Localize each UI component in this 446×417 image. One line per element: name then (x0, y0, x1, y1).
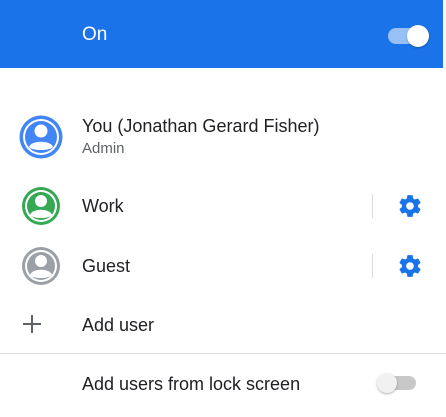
user-name: Work (82, 196, 124, 216)
toggle-knob (407, 25, 429, 47)
person-avatar-icon (19, 115, 63, 159)
gear-icon[interactable] (397, 253, 423, 279)
gear-icon[interactable] (397, 193, 423, 219)
user-name: You (Jonathan Gerard Fisher) (82, 116, 320, 136)
user-row-guest[interactable]: Guest (0, 244, 446, 288)
divider (372, 254, 373, 278)
add-user-button[interactable]: Add user (0, 306, 446, 344)
plus-icon (23, 315, 41, 333)
section-divider (0, 353, 446, 354)
user-row-current[interactable]: You (Jonathan Gerard Fisher) Admin (0, 108, 446, 164)
user-name: Guest (82, 256, 131, 276)
toggle-knob (377, 373, 397, 393)
lock-screen-label: Add users from lock screen (82, 374, 301, 394)
header-status-label: On (82, 24, 108, 45)
lock-screen-toggle[interactable] (377, 373, 416, 393)
multiple-users-header[interactable]: On (0, 0, 446, 68)
divider (372, 194, 373, 218)
user-row-work[interactable]: Work (0, 184, 446, 228)
person-avatar-icon (22, 247, 60, 285)
user-role: Admin (82, 140, 125, 157)
multiple-users-toggle[interactable] (388, 25, 429, 47)
add-user-label: Add user (82, 315, 155, 335)
person-avatar-icon (22, 187, 60, 225)
